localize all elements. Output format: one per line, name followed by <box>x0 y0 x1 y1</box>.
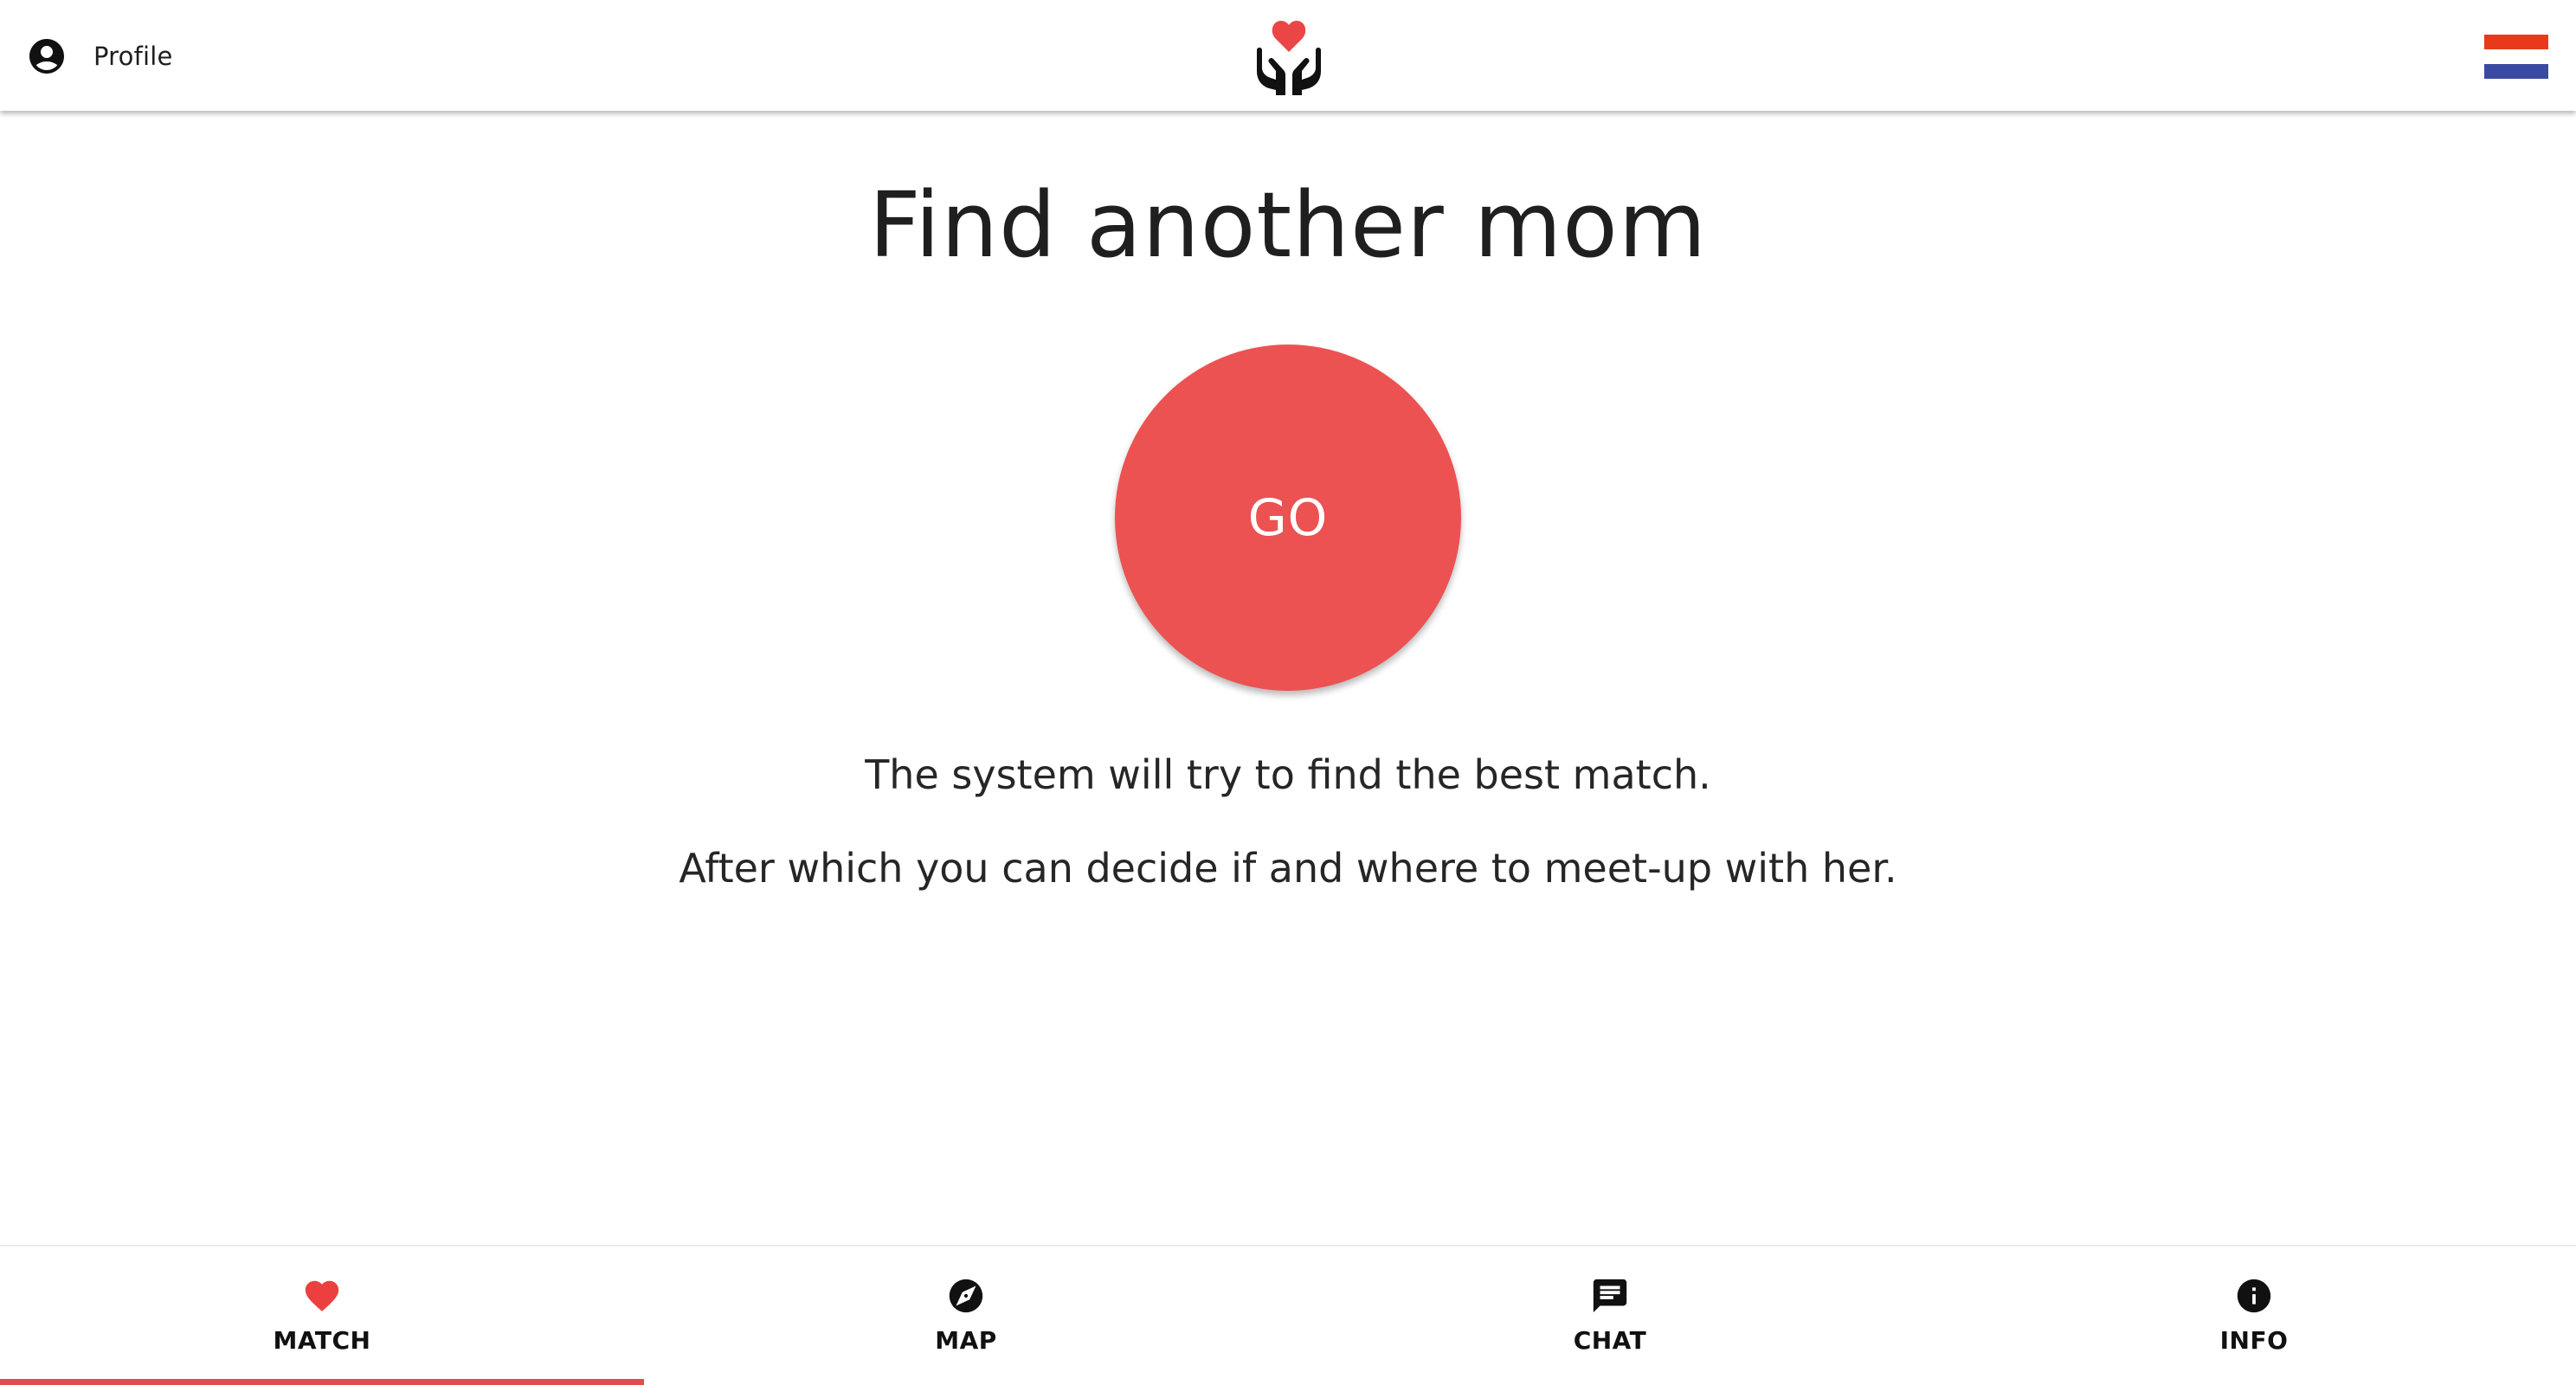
tab-info-label: INFO <box>2219 1326 2289 1355</box>
info-icon <box>2234 1276 2274 1316</box>
compass-icon <box>946 1276 986 1316</box>
tab-match-label: MATCH <box>273 1326 371 1355</box>
heart-icon <box>302 1276 342 1316</box>
account-circle-icon <box>26 35 68 77</box>
hands-heart-logo <box>1250 12 1328 95</box>
active-tab-indicator <box>0 1379 644 1385</box>
chat-icon <box>1590 1276 1630 1316</box>
tab-match[interactable]: MATCH <box>0 1246 644 1385</box>
profile-label: Profile <box>93 42 173 71</box>
go-button-label: GO <box>1247 488 1329 547</box>
tab-chat-label: CHAT <box>1573 1326 1647 1355</box>
description-line-2: After which you can decide if and where … <box>679 845 1897 892</box>
tab-info[interactable]: INFO <box>1932 1246 2576 1385</box>
tab-map-label: MAP <box>935 1326 997 1355</box>
language-flag-button[interactable] <box>2484 35 2548 79</box>
page-title: Find another mom <box>868 172 1708 278</box>
tab-chat[interactable]: CHAT <box>1288 1246 1932 1385</box>
profile-button[interactable]: Profile <box>26 33 173 80</box>
bottom-navigation: MATCH MAP CHAT INFO <box>0 1245 2576 1385</box>
description-line-1: The system will try to find the best mat… <box>865 751 1711 798</box>
netherlands-flag-icon <box>2484 35 2548 79</box>
go-button[interactable]: GO <box>1115 345 1461 691</box>
match-page: Find another mom GO The system will try … <box>0 111 2576 1245</box>
top-app-bar: Profile <box>0 0 2576 111</box>
tab-map[interactable]: MAP <box>644 1246 1288 1385</box>
